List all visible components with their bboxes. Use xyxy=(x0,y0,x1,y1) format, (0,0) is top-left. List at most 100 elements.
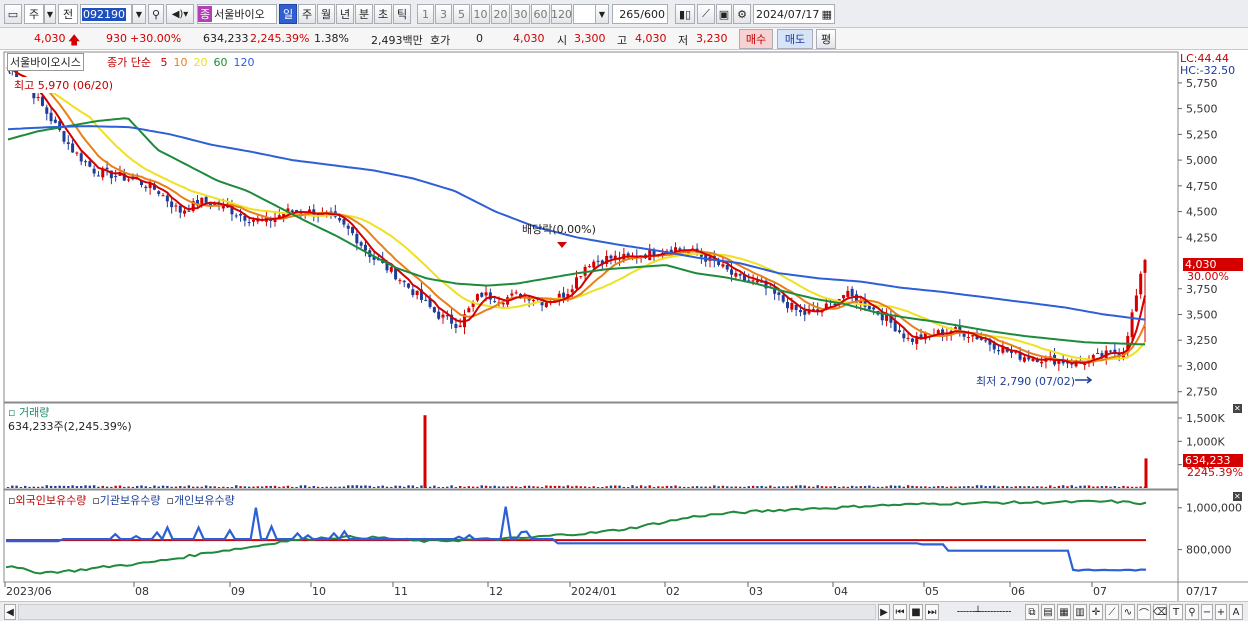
period-tab-0[interactable]: 일 xyxy=(279,4,297,24)
stock-code-input[interactable]: 092190 xyxy=(80,4,132,24)
pyeong-button[interactable]: 평 xyxy=(816,29,836,49)
scroll-left-icon[interactable]: ◀ xyxy=(4,604,16,620)
candle-body xyxy=(88,161,92,167)
volume-bar xyxy=(1014,486,1017,488)
ma-legend[interactable]: 종가 단순 5 10 20 60 120 xyxy=(107,54,254,70)
bar-icon[interactable]: ▥ xyxy=(1073,604,1087,620)
period-tab-1[interactable]: 주 xyxy=(298,4,316,24)
volume-bar xyxy=(1036,486,1039,488)
volume-bar xyxy=(626,487,630,488)
period-tab-3[interactable]: 년 xyxy=(336,4,354,24)
font-icon[interactable]: A xyxy=(1229,604,1243,620)
period-tab-5[interactable]: 초 xyxy=(374,4,392,24)
text-icon[interactable]: T xyxy=(1169,604,1183,620)
forward-icon[interactable]: ⏭ xyxy=(925,604,939,620)
volume-bar xyxy=(980,485,983,488)
window-icon[interactable]: ▭ xyxy=(4,4,22,24)
market-dropdown-icon[interactable]: ▼ xyxy=(44,4,56,24)
stock-legend[interactable]: 서울바이오시스 xyxy=(7,53,84,71)
candle-body xyxy=(346,225,350,229)
volume-bar xyxy=(390,486,393,488)
count-input[interactable]: 265/600 xyxy=(612,4,668,24)
volume-bar xyxy=(639,485,643,488)
price-tick-label-4: 4,750 xyxy=(1186,180,1218,193)
interval-button-4[interactable]: 20 xyxy=(491,4,510,24)
volume-bar xyxy=(988,485,992,488)
volume-bar xyxy=(730,486,733,488)
candle-icon[interactable]: ▮▯ xyxy=(675,4,695,24)
volume-bar xyxy=(954,486,957,488)
candle-body xyxy=(790,302,794,310)
candle-body xyxy=(1040,361,1044,364)
candle-body xyxy=(437,311,441,319)
volume-bar xyxy=(325,486,328,488)
save-icon[interactable]: ▣ xyxy=(716,4,732,24)
candle-body xyxy=(84,161,88,163)
volume-close-icon[interactable]: ✕ xyxy=(1233,404,1242,413)
interval-button-3[interactable]: 10 xyxy=(471,4,490,24)
period-tab-4[interactable]: 분 xyxy=(355,4,373,24)
chart-area[interactable]: 2023/06 08 09 10 11 12 2024/01 02 03 04 05 06 07 07/1… xyxy=(0,50,1248,601)
volume-bar xyxy=(889,485,893,488)
volume-bar xyxy=(687,486,690,488)
rewind-icon[interactable]: ⏮ xyxy=(893,604,907,620)
pyeong-label: 평 xyxy=(820,33,832,46)
interval-button-7[interactable]: 120 xyxy=(551,4,572,24)
scroll-right-icon[interactable]: ▶ xyxy=(878,604,890,620)
candle-body xyxy=(570,289,574,293)
zoom-icon[interactable]: ⚲ xyxy=(1185,604,1199,620)
tile-icon[interactable]: ⧉ xyxy=(1025,604,1039,620)
candle-body xyxy=(178,205,182,213)
crosshair-icon[interactable]: ✛ xyxy=(1089,604,1103,620)
eraser-icon[interactable]: ⌫ xyxy=(1153,604,1167,620)
volume-bar xyxy=(549,485,552,488)
search-icon[interactable]: ⚲ xyxy=(148,4,164,24)
volume-bar xyxy=(678,486,682,488)
stock-code-dropdown-icon[interactable]: ▼ xyxy=(132,4,146,24)
stop-icon[interactable]: ■ xyxy=(909,604,923,620)
scroll-track[interactable] xyxy=(18,604,876,620)
layout-icon[interactable]: ▤ xyxy=(1041,604,1055,620)
sell-button[interactable]: 매도 xyxy=(777,29,813,49)
period-tab-2[interactable]: 월 xyxy=(317,4,335,24)
speaker-icon[interactable]: ◀)▾ xyxy=(166,4,194,24)
grid-icon[interactable]: ▦ xyxy=(1057,604,1071,620)
low-note: 최저 2,790 (07/02) xyxy=(976,375,1076,388)
line-tool-icon[interactable]: ⟋ xyxy=(697,4,715,24)
volume-bar xyxy=(58,485,61,488)
buy-button[interactable]: 매수 xyxy=(739,29,773,49)
volume-bar xyxy=(984,486,987,488)
gear-icon[interactable]: ⚙ xyxy=(733,4,751,24)
magnet-icon[interactable]: ⌒ xyxy=(1137,604,1151,620)
holdings-close-icon[interactable]: ✕ xyxy=(1233,492,1242,501)
interval-button-2[interactable]: 5 xyxy=(453,4,470,24)
volume-bar xyxy=(924,486,927,488)
zoom-slider[interactable]: ╌╌╌┴╌╌╌╌╌ xyxy=(948,604,1020,620)
zoom-out-icon[interactable]: − xyxy=(1201,604,1213,620)
interval-dropdown-icon[interactable]: ▼ xyxy=(595,4,609,24)
period-tab-6[interactable]: 틱 xyxy=(393,4,411,24)
candle-body xyxy=(402,280,406,283)
interval-button-0[interactable]: 1 xyxy=(417,4,434,24)
candle-body xyxy=(1143,259,1147,273)
interval-button-6[interactable]: 60 xyxy=(531,4,550,24)
volume-bar xyxy=(92,485,96,488)
date-input[interactable]: 2024/07/17 ▦ xyxy=(753,4,835,24)
price-tick-label-0: 5,750 xyxy=(1186,77,1218,90)
prev-button[interactable]: 전 xyxy=(58,4,78,24)
candle-body xyxy=(734,273,738,277)
volume-bar xyxy=(794,485,798,488)
trend-icon[interactable]: ⟋ xyxy=(1105,604,1119,620)
stock-name-field[interactable]: 종 서울바이오 xyxy=(197,4,277,24)
holdings-legend[interactable]: ▫외국인보유수량 ▫기관보유수량 ▫개인보유수량 xyxy=(8,492,241,508)
interval-button-1[interactable]: 3 xyxy=(435,4,452,24)
market-select[interactable]: 주 xyxy=(24,4,44,24)
interval-button-5[interactable]: 30 xyxy=(511,4,530,24)
volume-bar xyxy=(101,485,104,488)
price-tick-label-7: 3,750 xyxy=(1186,283,1218,296)
zoom-in-icon[interactable]: + xyxy=(1215,604,1227,620)
wave-icon[interactable]: ∿ xyxy=(1121,604,1135,620)
calendar-icon[interactable]: ▦ xyxy=(822,8,832,21)
volume-bar xyxy=(971,486,974,488)
candle-body xyxy=(592,261,596,268)
